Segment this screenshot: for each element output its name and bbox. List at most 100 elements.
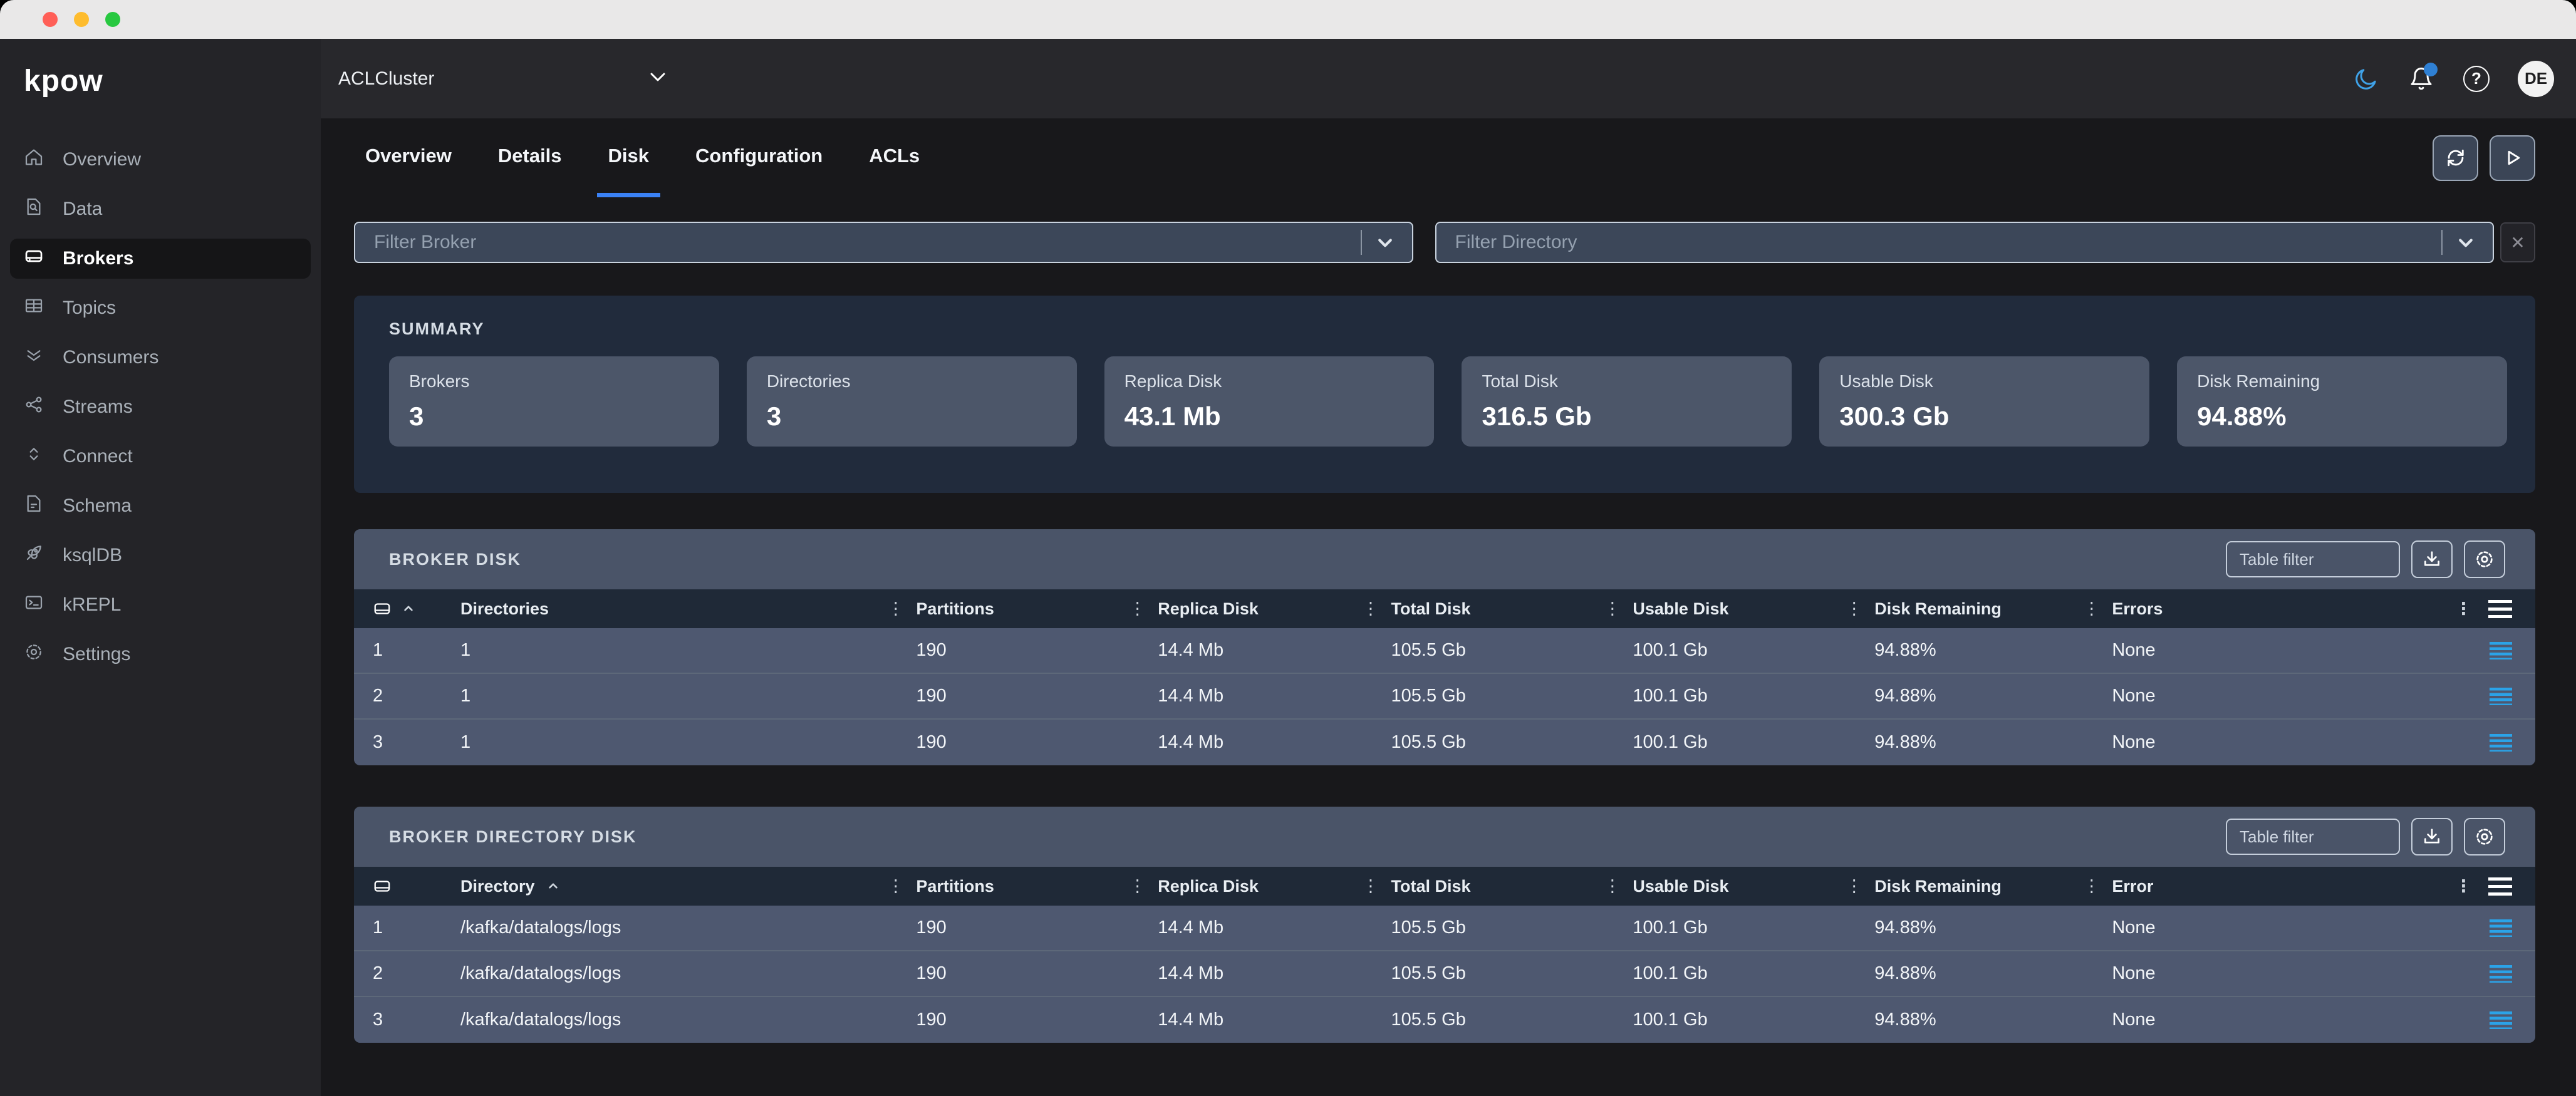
column-menu-icon[interactable]: ⋮ <box>1363 599 1379 619</box>
zoom-window-button[interactable] <box>105 12 120 27</box>
close-window-button[interactable] <box>43 12 58 27</box>
column-menu-icon[interactable]: ⋮ <box>1846 599 1862 619</box>
row-menu-icon[interactable] <box>2490 1011 2512 1029</box>
tab-disk[interactable]: Disk <box>597 118 660 197</box>
column-header[interactable]: ⋮Disk Remaining <box>1874 877 2112 896</box>
directory-disk-table-filter[interactable] <box>2226 819 2400 855</box>
directory-disk-row-2[interactable]: 2 /kafka/datalogs/logs 190 14.4 Mb 105.5… <box>354 951 2535 997</box>
total-disk-cell: 105.5 Gb <box>1391 732 1633 753</box>
summary-card-disk-remaining: Disk Remaining 94.88% <box>2177 356 2507 447</box>
broker-filter-select[interactable] <box>354 222 1413 263</box>
total-disk-cell: 105.5 Gb <box>1391 1010 1633 1030</box>
dark-mode-toggle[interactable] <box>2352 65 2380 93</box>
minimize-window-button[interactable] <box>74 12 89 27</box>
column-menu-icon[interactable]: ⋮ <box>2083 877 2100 896</box>
column-menu-icon[interactable]: ⋮ <box>1129 877 1146 896</box>
column-header[interactable]: ⋮Disk Remaining <box>1874 599 2112 619</box>
column-header[interactable]: ⋮Usable Disk <box>1633 599 1874 619</box>
partitions-cell: 190 <box>916 640 1158 661</box>
sidebar-item-topics[interactable]: Topics <box>10 288 311 328</box>
column-header[interactable]: Directories <box>460 599 916 619</box>
table-settings-button[interactable] <box>2464 818 2505 856</box>
sidebar-item-brokers[interactable]: Brokers <box>10 239 311 279</box>
sidebar-item-label: Data <box>63 199 102 220</box>
column-header[interactable]: ⋮Usable Disk <box>1633 877 1874 896</box>
column-header[interactable]: ⋮Total Disk <box>1391 877 1633 896</box>
broker-disk-row-2[interactable]: 2 1 190 14.4 Mb 105.5 Gb 100.1 Gb 94.88%… <box>354 674 2535 720</box>
column-header[interactable]: ⋮Total Disk <box>1391 599 1633 619</box>
column-menu-icon[interactable]: ⋮ <box>2455 599 2472 619</box>
column-header[interactable]: ⋮Error <box>2112 877 2433 896</box>
disk-remaining-cell: 94.88% <box>1874 963 2112 984</box>
sidebar-item-overview[interactable]: Overview <box>10 140 311 180</box>
column-menu-icon[interactable]: ⋮ <box>887 599 904 619</box>
sidebar-item-data[interactable]: Data <box>10 189 311 229</box>
column-header[interactable]: ⋮Partitions <box>916 599 1158 619</box>
sidebar-item-connect[interactable]: Connect <box>10 437 311 477</box>
directory-disk-row-3[interactable]: 3 /kafka/datalogs/logs 190 14.4 Mb 105.5… <box>354 997 2535 1043</box>
column-menu-icon[interactable]: ⋮ <box>887 877 904 896</box>
column-header[interactable]: ⋮Errors <box>2112 599 2433 619</box>
download-csv-button[interactable] <box>2411 818 2453 856</box>
sidebar-item-ksqldb[interactable]: ksqlDB <box>10 535 311 576</box>
errors-cell: None <box>2112 686 2433 706</box>
broker-filter-input[interactable] <box>355 232 1412 253</box>
help-button[interactable]: ? <box>2463 65 2490 93</box>
tab-acls[interactable]: ACLs <box>858 118 931 197</box>
clear-filters-button[interactable]: ✕ <box>2500 222 2535 262</box>
table-filter-input[interactable] <box>2227 550 2399 569</box>
errors-cell: None <box>2112 640 2433 661</box>
columns-list-icon[interactable] <box>2488 600 2512 618</box>
row-menu-icon[interactable] <box>2490 734 2512 752</box>
directory-filter-input[interactable] <box>1436 232 2493 253</box>
column-header[interactable]: ⋮Replica Disk <box>1158 877 1391 896</box>
sidebar-item-streams[interactable]: Streams <box>10 387 311 427</box>
sidebar-item-settings[interactable]: Settings <box>10 634 311 675</box>
column-header[interactable]: ⋮Partitions <box>916 877 1158 896</box>
sidebar-item-label: Settings <box>63 644 130 665</box>
refresh-button[interactable] <box>2433 135 2478 181</box>
sidebar-item-label: ksqlDB <box>63 545 122 566</box>
column-header[interactable]: ⋮Replica Disk <box>1158 599 1391 619</box>
tab-configuration[interactable]: Configuration <box>684 118 834 197</box>
download-icon <box>2421 549 2443 570</box>
column-menu-icon[interactable]: ⋮ <box>1129 599 1146 619</box>
table-settings-button[interactable] <box>2464 540 2505 578</box>
row-menu-icon[interactable] <box>2490 919 2512 937</box>
column-menu-icon[interactable]: ⋮ <box>1604 599 1621 619</box>
broker-column-header[interactable] <box>373 877 460 896</box>
column-header[interactable]: Directory <box>460 877 916 896</box>
directory-filter-select[interactable] <box>1435 222 2495 263</box>
columns-list-icon[interactable] <box>2488 877 2512 896</box>
row-menu-icon[interactable] <box>2490 688 2512 705</box>
column-menu-icon[interactable]: ⋮ <box>2083 599 2100 619</box>
broker-column-header[interactable] <box>373 599 460 618</box>
cluster-selector[interactable]: ACLCluster <box>338 65 670 93</box>
tab-overview[interactable]: Overview <box>354 118 463 197</box>
content-area: Overview Details Disk Configuration ACLs <box>321 118 2576 1096</box>
tab-details[interactable]: Details <box>487 118 573 197</box>
sidebar-item-krepl[interactable]: kREPL <box>10 585 311 625</box>
chevron-down-icon[interactable] <box>1372 229 1398 256</box>
column-menu-icon[interactable]: ⋮ <box>1604 877 1621 896</box>
column-menu-icon[interactable]: ⋮ <box>1363 877 1379 896</box>
row-menu-icon[interactable] <box>2490 965 2512 983</box>
columns-menu-header[interactable]: ⋮ <box>2433 599 2512 619</box>
column-menu-icon[interactable]: ⋮ <box>2455 877 2472 896</box>
user-avatar[interactable]: DE <box>2518 61 2554 97</box>
broker-disk-row-1[interactable]: 1 1 190 14.4 Mb 105.5 Gb 100.1 Gb 94.88%… <box>354 628 2535 674</box>
chevron-down-icon[interactable] <box>2453 229 2479 256</box>
row-menu-icon[interactable] <box>2490 642 2512 659</box>
notifications-button[interactable] <box>2407 65 2435 93</box>
filter-row: ✕ <box>354 222 2535 263</box>
broker-disk-row-3[interactable]: 3 1 190 14.4 Mb 105.5 Gb 100.1 Gb 94.88%… <box>354 720 2535 765</box>
sidebar-item-schema[interactable]: Schema <box>10 486 311 526</box>
sidebar-item-consumers[interactable]: Consumers <box>10 338 311 378</box>
table-filter-input[interactable] <box>2227 827 2399 847</box>
download-csv-button[interactable] <box>2411 540 2453 578</box>
broker-disk-table-filter[interactable] <box>2226 541 2400 577</box>
columns-menu-header[interactable]: ⋮ <box>2433 877 2512 896</box>
play-live-mode-button[interactable] <box>2490 135 2535 181</box>
directory-disk-row-1[interactable]: 1 /kafka/datalogs/logs 190 14.4 Mb 105.5… <box>354 906 2535 951</box>
column-menu-icon[interactable]: ⋮ <box>1846 877 1862 896</box>
